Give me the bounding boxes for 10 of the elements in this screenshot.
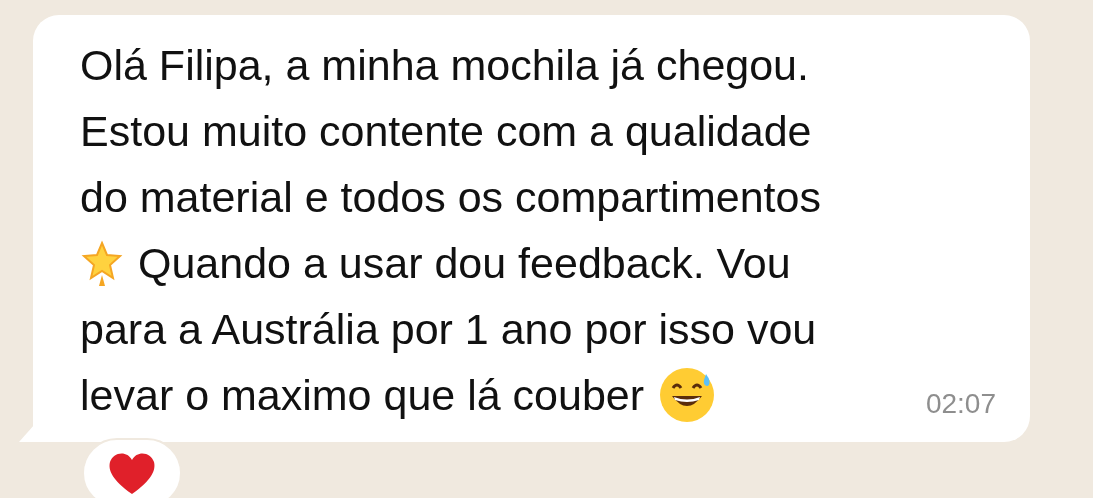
message-text: Estou muito contente com a qualidade: [80, 106, 812, 156]
message-text: Quando a usar dou feedback. Vou: [138, 238, 791, 288]
grinning-sweat-face-icon: [658, 366, 717, 424]
glowing-star-icon: [80, 239, 124, 287]
message-text: do material e todos os compartimentos: [80, 172, 821, 222]
message-text: levar o maximo que lá couber: [80, 370, 645, 420]
heart-icon: [107, 450, 157, 496]
message-text: para a Austrália por 1 ano por isso vou: [80, 304, 817, 354]
message-time: 02:07: [925, 388, 996, 420]
message-text: Olá Filipa, a minha mochila já chegou.: [80, 40, 809, 90]
